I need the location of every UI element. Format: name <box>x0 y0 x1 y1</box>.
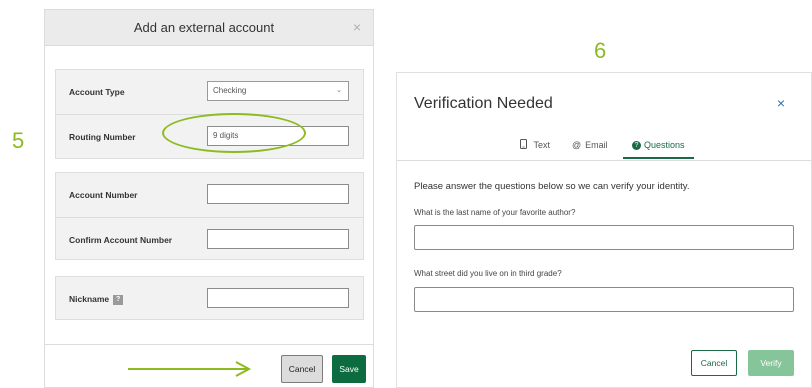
tab-email-label: Email <box>585 140 608 150</box>
nickname-label: Nickname <box>69 294 110 304</box>
at-icon: @ <box>572 140 582 150</box>
confirm-account-number-input[interactable] <box>207 229 349 249</box>
account-type-row: Account Type Checking ⌄ <box>56 70 363 114</box>
cancel-button[interactable]: Cancel <box>281 355 323 383</box>
close-icon[interactable]: × <box>353 10 361 45</box>
tab-text[interactable]: Text <box>520 135 550 159</box>
account-type-value: Checking <box>213 86 247 95</box>
account-type-select[interactable]: Checking ⌄ <box>207 81 349 101</box>
verify-button[interactable]: Verify <box>748 350 794 376</box>
verification-tabs: Text @ Email ? Questions <box>397 135 811 161</box>
phone-icon <box>520 139 530 150</box>
routing-highlight-ellipse <box>162 113 306 153</box>
account-number-input[interactable] <box>207 184 349 204</box>
verification-intro: Please answer the questions below so we … <box>414 181 690 192</box>
tab-text-label: Text <box>533 140 551 150</box>
confirm-account-number-label: Confirm Account Number <box>69 235 173 245</box>
nickname-group: Nickname? <box>55 276 364 320</box>
tab-email[interactable]: @ Email <box>572 135 608 159</box>
cancel-button[interactable]: Cancel <box>691 350 737 376</box>
question-1-input[interactable] <box>414 225 794 250</box>
step-number-6: 6 <box>594 38 607 63</box>
chevron-down-icon: ⌄ <box>336 87 342 94</box>
verification-title: Verification Needed <box>414 95 553 112</box>
verification-dialog: Verification Needed × Text @ Email ? Quest… <box>396 72 812 388</box>
add-external-account-dialog: Add an external account × Account Type C… <box>44 9 374 388</box>
question-2-input[interactable] <box>414 287 794 312</box>
step-number-5: 5 <box>12 128 25 153</box>
account-number-group: Account Number Confirm Account Number <box>55 172 364 260</box>
tab-questions-label: Questions <box>644 140 685 150</box>
arrow-right-icon <box>128 361 252 377</box>
question-2-label: What street did you live on in third gra… <box>414 269 562 278</box>
nickname-input[interactable] <box>207 288 349 308</box>
question-icon: ? <box>632 141 641 151</box>
close-icon[interactable]: × <box>777 95 785 111</box>
confirm-account-number-row: Confirm Account Number <box>56 217 363 262</box>
dialog-title: Add an external account <box>133 20 275 35</box>
tab-questions[interactable]: ? Questions <box>623 135 694 159</box>
info-icon[interactable]: ? <box>113 294 124 305</box>
question-1-label: What is the last name of your favorite a… <box>414 208 576 217</box>
save-button[interactable]: Save <box>332 355 366 383</box>
routing-number-label: Routing Number <box>69 132 136 142</box>
nickname-row: Nickname? <box>56 277 363 321</box>
account-type-label: Account Type <box>69 87 125 97</box>
account-number-label: Account Number <box>69 190 138 200</box>
nickname-label-wrap: Nickname? <box>69 277 124 321</box>
dialog-header: Add an external account × <box>45 10 373 46</box>
account-number-row: Account Number <box>56 173 363 217</box>
